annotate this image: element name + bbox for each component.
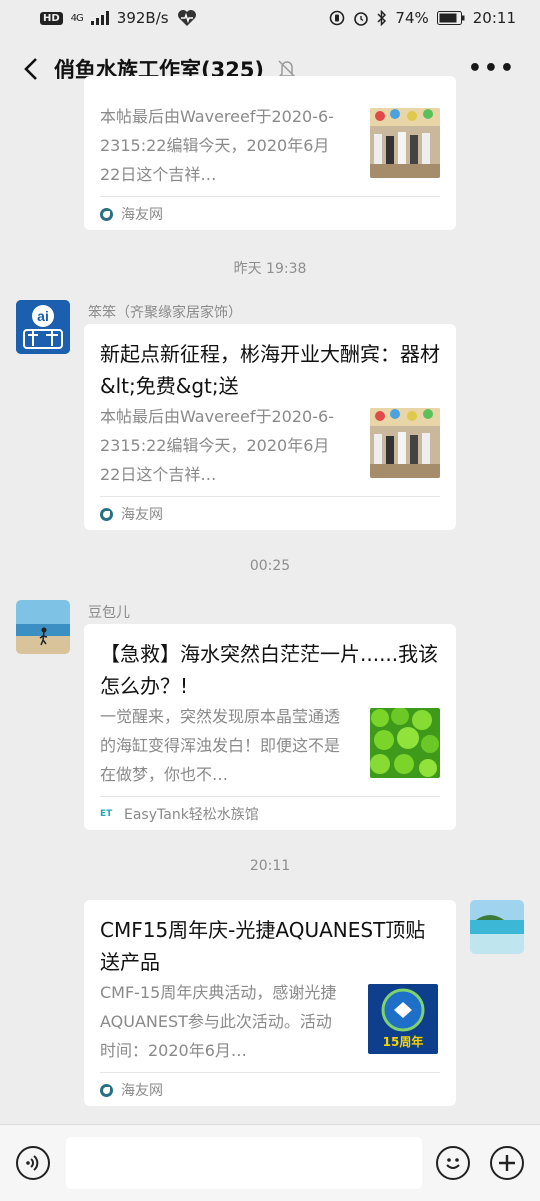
emoji-icon [446, 1158, 460, 1169]
card-divider [100, 796, 440, 797]
source-name: EasyTank轻松水族馆 [124, 807, 259, 823]
link-card[interactable]: CMF15周年庆-光捷AQUANEST顶贴送产品 CMF-15周年庆典活动，感谢… [84, 900, 456, 1106]
alarm-icon [354, 12, 369, 26]
svg-text:ai: ai [37, 308, 49, 324]
timestamp: 00:25 [249, 558, 291, 574]
card-source: ET EasyTank轻松水族馆 [100, 804, 259, 824]
card-divider [100, 496, 440, 497]
source-name: 海友网 [121, 207, 163, 223]
sea-avatar-icon [470, 900, 524, 954]
status-right: 74% 20:11 [329, 9, 516, 27]
card-description: 一觉醒来，突然发现原本晶莹通透的海缸变得浑浊发白！即便这不是在做梦，你也不… [100, 707, 341, 784]
network-type: 4G [70, 12, 84, 24]
card-description: CMF-15周年庆典活动，感谢光捷AQUANEST参与此次活动。活动时间：202… [100, 983, 337, 1060]
card-source: 海友网 [100, 204, 163, 224]
source-name: 海友网 [121, 1083, 163, 1099]
card-source: 海友网 [100, 1080, 163, 1100]
voice-button[interactable] [16, 1146, 50, 1180]
battery-icon [436, 11, 465, 25]
clock: 20:11 [472, 9, 516, 27]
card-description: 本帖最后由Wavereef于2020-6-2315:22编辑今天，2020年6月… [100, 407, 334, 484]
card-thumbnail [370, 408, 440, 478]
back-arrow-icon[interactable] [18, 54, 48, 84]
battery-percent: 74% [395, 9, 429, 27]
timestamp: 20:11 [249, 858, 291, 874]
benben-avatar-icon: ai [16, 300, 70, 354]
card-thumbnail [370, 108, 440, 178]
signal-icon [90, 11, 109, 25]
link-card[interactable]: 本帖最后由Wavereef于2020-6-2315:22编辑今天，2020年6月… [84, 76, 456, 230]
card-thumbnail: 15周年 [368, 984, 438, 1054]
network-speed: 392B/s [116, 9, 169, 27]
my-avatar[interactable] [470, 900, 524, 954]
status-bar: HD 4G 392B/s 74% 20:11 [0, 0, 540, 36]
card-title: CMF15周年庆-光捷AQUANEST顶贴送产品 [100, 918, 426, 974]
more-button[interactable]: ••• [468, 58, 516, 80]
card-description: 本帖最后由Wavereef于2020-6-2315:22编辑今天，2020年6月… [100, 107, 334, 184]
sender-name: 豆包儿 [88, 605, 130, 621]
vibrate-icon [330, 10, 345, 26]
avatar[interactable] [16, 600, 70, 654]
message-input[interactable] [66, 1137, 422, 1189]
voice-icon [26, 1155, 39, 1171]
card-divider [100, 1072, 440, 1073]
card-thumbnail [370, 708, 440, 778]
card-title: 【急救】海水突然白茫茫一片......我该怎么办？! [100, 642, 439, 698]
svg-text:15周年: 15周年 [383, 1034, 424, 1049]
avatar[interactable]: ai [16, 300, 70, 354]
timestamp: 昨天 19:38 [233, 261, 307, 277]
beach-avatar-icon [16, 600, 70, 654]
haiyou-logo-icon [100, 1083, 113, 1097]
link-card[interactable]: 【急救】海水突然白茫茫一片......我该怎么办？! 一觉醒来，突然发现原本晶莹… [84, 624, 456, 830]
plus-button[interactable] [490, 1146, 524, 1180]
hd-badge: HD [40, 11, 63, 25]
card-divider [100, 196, 440, 197]
haiyou-logo-icon [100, 507, 113, 521]
status-left: HD 4G 392B/s [40, 9, 197, 27]
card-title: 新起点新征程，彬海开业大酬宾：器材&lt;免费&gt;送 [100, 342, 440, 398]
input-bar [0, 1124, 540, 1201]
link-card[interactable]: 新起点新征程，彬海开业大酬宾：器材&lt;免费&gt;送 本帖最后由Wavere… [84, 324, 456, 530]
haiyou-logo-icon [100, 207, 113, 221]
easytank-logo-icon: ET [100, 809, 113, 819]
card-source: 海友网 [100, 504, 163, 524]
heart-pulse-icon [177, 10, 196, 26]
bluetooth-icon [377, 10, 387, 26]
sender-name: 笨笨（齐聚缘家居家饰） [88, 305, 242, 321]
source-name: 海友网 [121, 507, 163, 523]
plus-icon [499, 1155, 515, 1171]
emoji-button[interactable] [436, 1146, 470, 1180]
